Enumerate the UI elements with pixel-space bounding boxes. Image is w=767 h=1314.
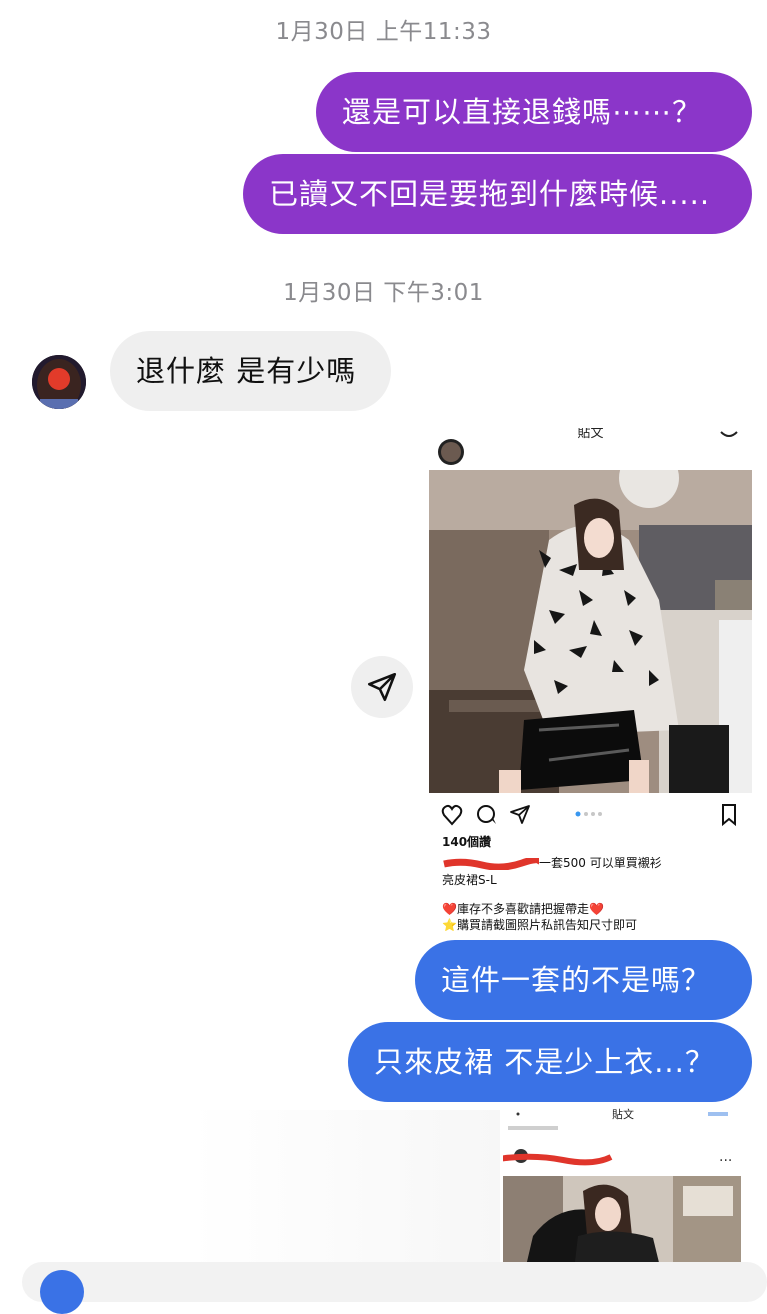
message-outgoing-3[interactable]: 這件一套的不是嗎？ xyxy=(415,940,752,1020)
post-caption-line1: 一套500 可以單買襯衫 xyxy=(442,854,662,871)
avatar-image xyxy=(32,355,86,409)
post2-more-icon[interactable]: ... xyxy=(719,1149,732,1165)
message-outgoing-1[interactable]: 還是可以直接退錢嗎⋯⋯？ xyxy=(316,72,752,152)
shared-post-card[interactable]: 貼文 140個讚 一套500 可以單買襯衫 亮皮裙S-L ❤️庫存不多喜歡請把握… xyxy=(429,428,752,940)
post-caption-line2: 亮皮裙S-L xyxy=(442,873,497,887)
post-actions xyxy=(441,802,741,830)
message-composer[interactable] xyxy=(22,1262,767,1302)
message-outgoing-2[interactable]: 已讀又不回是要拖到什麼時候..... xyxy=(243,154,752,234)
shared-post-2-background xyxy=(190,1110,500,1279)
message-incoming-1[interactable]: 退什麼 是有少嗎 xyxy=(110,331,391,411)
message-outgoing-4[interactable]: 只來皮裙 不是少上衣...？ xyxy=(348,1022,752,1102)
comment-icon xyxy=(477,805,495,823)
camera-button[interactable] xyxy=(40,1270,84,1314)
post-photo[interactable] xyxy=(429,470,752,793)
heart-icon xyxy=(441,804,463,826)
post-header: 貼文 xyxy=(429,428,752,470)
bookmark-icon xyxy=(722,804,736,827)
post-header-decor xyxy=(438,431,738,465)
timestamp-1: 1月30日 上午11:33 xyxy=(275,19,492,45)
post-caption-line3: ❤️庫存不多喜歡請把握帶走❤️ xyxy=(442,902,604,916)
send-icon xyxy=(367,672,397,702)
timestamp-2: 1月30日 下午3:01 xyxy=(283,280,484,306)
avatar[interactable] xyxy=(32,355,86,409)
post-likes: 140個讚 xyxy=(442,835,492,849)
caption-text-1: 一套500 可以單買襯衫 xyxy=(539,856,662,870)
post-action-icons xyxy=(441,804,736,827)
post2-header-decor xyxy=(503,1112,728,1166)
redaction-mark xyxy=(443,855,543,871)
shared-post-card-2[interactable]: 貼文 ... xyxy=(503,1104,752,1279)
share-icon xyxy=(510,805,530,824)
post-caption-line4: ⭐購買請截圖照片私訊告知尺寸即可 xyxy=(442,918,637,932)
post-image xyxy=(429,470,752,793)
share-post-button[interactable] xyxy=(351,656,413,718)
